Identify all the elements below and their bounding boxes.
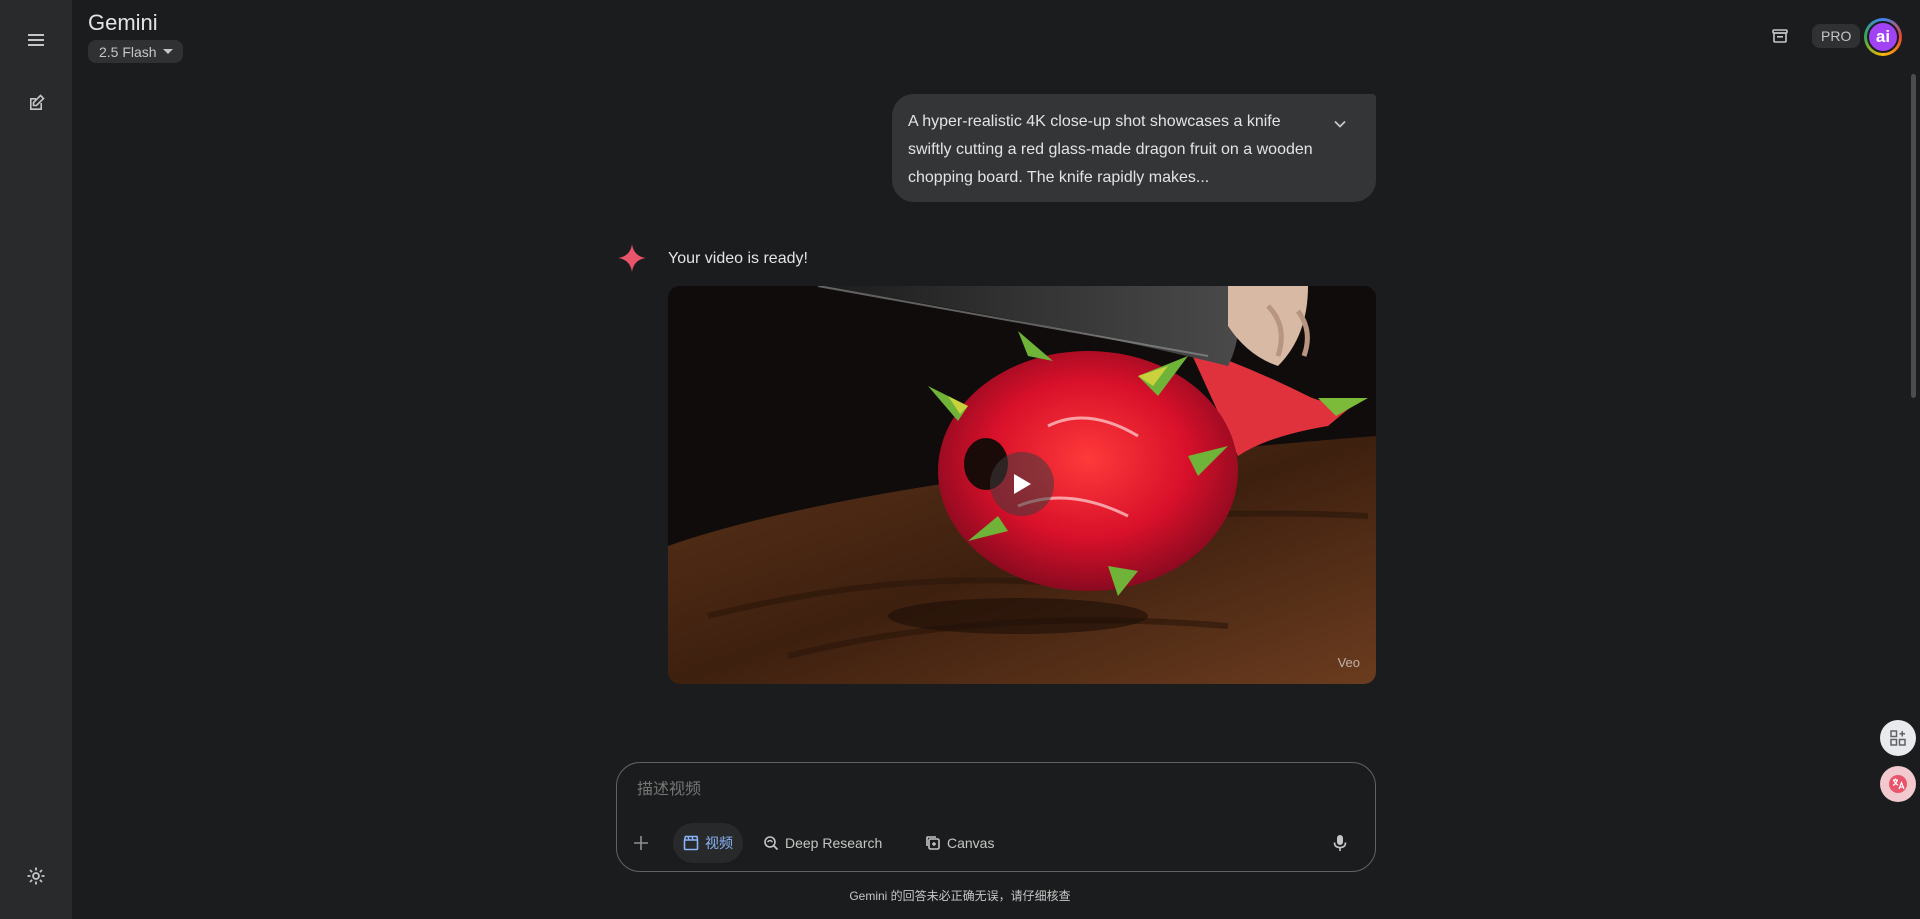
prompt-composer: 视频 Deep Research Canvas — [616, 762, 1376, 872]
veo-watermark: Veo — [1337, 655, 1360, 670]
dropdown-caret-icon — [162, 49, 173, 54]
deep-research-icon — [764, 836, 779, 851]
canvas-icon — [926, 836, 940, 850]
app-title: Gemini — [88, 10, 158, 35]
plus-icon — [634, 836, 648, 850]
apps-grid-icon[interactable] — [1880, 720, 1916, 756]
pro-badge: PRO — [1812, 24, 1861, 48]
tool-canvas-label: Canvas — [947, 835, 995, 851]
add-attachment-button[interactable] — [623, 823, 659, 863]
tool-video-button[interactable]: 视频 — [673, 823, 743, 863]
tool-deep-research-button[interactable]: Deep Research — [753, 823, 892, 863]
tool-video-label: 视频 — [705, 835, 733, 851]
assistant-message: Your video is ready! — [668, 250, 808, 267]
menu-icon[interactable] — [16, 20, 56, 60]
video-player[interactable]: Veo — [668, 286, 1376, 684]
model-selector[interactable]: 2.5 Flash — [88, 40, 183, 63]
tool-canvas-button[interactable]: Canvas — [915, 823, 1004, 863]
video-clapper-icon — [683, 835, 699, 851]
microphone-icon — [1333, 835, 1347, 851]
account-avatar[interactable]: ai — [1864, 18, 1902, 56]
tool-deep-research-label: Deep Research — [785, 835, 883, 851]
play-icon[interactable] — [990, 452, 1054, 516]
avatar-initials: ai — [1867, 21, 1899, 53]
gemini-spark-icon — [618, 244, 646, 272]
temporary-chat-icon[interactable] — [1764, 20, 1796, 52]
user-prompt-bubble: A hyper-realistic 4K close-up shot showc… — [892, 94, 1376, 202]
scrollbar-thumb[interactable] — [1911, 74, 1916, 398]
prompt-input[interactable] — [637, 781, 1317, 799]
microphone-button[interactable] — [1323, 823, 1357, 863]
expand-chevron-icon[interactable] — [1328, 112, 1352, 136]
user-prompt-text: A hyper-realistic 4K close-up shot showc… — [908, 113, 1313, 186]
disclaimer-text: Gemini 的回答未必正确无误，请仔细核查 — [849, 889, 1071, 903]
side-rail — [0, 0, 72, 919]
translate-extension-icon[interactable] — [1880, 766, 1916, 802]
new-chat-icon[interactable] — [16, 83, 56, 123]
model-label: 2.5 Flash — [99, 43, 157, 60]
